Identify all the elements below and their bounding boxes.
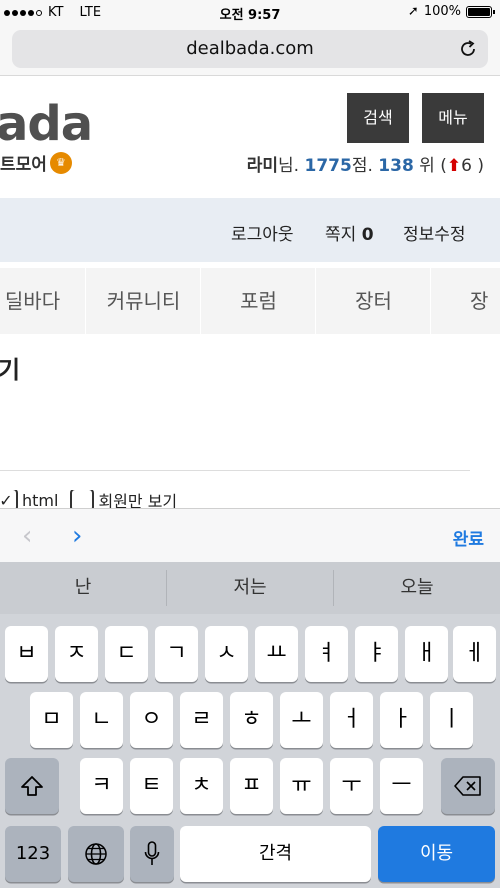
browser-toolbar: dealbada.com <box>0 26 500 76</box>
suggestion-bar: 난 저는 오늘 <box>0 562 500 614</box>
nav-tab-forum[interactable]: 포럼 <box>202 268 316 334</box>
key-yo[interactable]: ㅛ <box>255 626 298 682</box>
key-rieul[interactable]: ㄹ <box>180 692 223 748</box>
reload-icon[interactable] <box>458 39 478 59</box>
key-chieut[interactable]: ㅊ <box>180 758 223 814</box>
key-nieun[interactable]: ㄴ <box>80 692 123 748</box>
messages-link[interactable]: 쪽지 0 <box>325 220 374 245</box>
site-logo[interactable]: ada <box>0 96 93 152</box>
search-button[interactable]: 검색 <box>347 93 409 143</box>
key-eu[interactable]: ㅡ <box>380 758 423 814</box>
menu-button[interactable]: 메뉴 <box>422 93 484 143</box>
battery-percent: 100% <box>423 4 461 19</box>
messages-label: 쪽지 <box>325 225 357 245</box>
logo-subtitle-text: 트모어 <box>0 155 47 175</box>
battery-icon <box>466 5 495 18</box>
user-rank: 138 <box>378 156 414 176</box>
user-points: 1775 <box>304 156 352 176</box>
backspace-icon <box>454 776 481 796</box>
key-mieum[interactable]: ㅁ <box>30 692 73 748</box>
key-eo[interactable]: ㅓ <box>330 692 373 748</box>
keyboard-accessory-bar: ‹ › 완료 <box>0 508 500 562</box>
shift-key[interactable] <box>5 758 59 814</box>
key-pieup[interactable]: ㅍ <box>230 758 273 814</box>
suggestion-1[interactable]: 난 <box>0 562 166 614</box>
messages-count: 0 <box>361 225 374 245</box>
key-bieup[interactable]: ㅂ <box>5 626 48 682</box>
site-logo-subtitle: 트모어 ♛ <box>0 150 72 175</box>
key-yu[interactable]: ㅠ <box>280 758 323 814</box>
user-name[interactable]: 라미 <box>247 156 278 176</box>
status-bar: KT LTE 오전 9:57 ➚ 100% <box>0 0 500 26</box>
previous-field-icon[interactable]: ‹ <box>22 521 32 551</box>
shift-icon <box>21 776 43 796</box>
crown-icon: ♛ <box>49 151 72 174</box>
space-key[interactable]: 간격 <box>180 826 371 882</box>
microphone-icon <box>144 841 160 865</box>
numbers-key[interactable]: 123 <box>5 826 61 882</box>
rank-up-icon: ⬆ <box>446 156 462 176</box>
suggestion-3[interactable]: 오늘 <box>334 562 500 614</box>
user-status: 라미님. 1775점. 138 위 (⬆6 ) <box>246 156 484 176</box>
key-hieut[interactable]: ㅎ <box>230 692 273 748</box>
go-key[interactable]: 이동 <box>378 826 495 882</box>
key-jieut[interactable]: ㅈ <box>55 626 98 682</box>
key-ieung[interactable]: ㅇ <box>130 692 173 748</box>
nav-tab-community[interactable]: 커뮤니티 <box>87 268 201 334</box>
key-ae[interactable]: ㅐ <box>405 626 448 682</box>
next-field-icon[interactable]: › <box>72 521 82 551</box>
key-tieut[interactable]: ㅌ <box>130 758 173 814</box>
key-siot[interactable]: ㅅ <box>205 626 248 682</box>
korean-keyboard: 난 저는 오늘 ㅂ ㅈ ㄷ ㄱ ㅅ ㅛ ㅕ ㅑ ㅐ ㅔ ㅁ ㄴ ㅇ ㄹ ㅎ ㅗ … <box>0 562 500 888</box>
post-options: ✓ html 회원만 보기 <box>0 490 177 510</box>
html-label: html <box>22 490 59 510</box>
divider <box>0 470 470 471</box>
rank-change: 6 <box>461 156 472 176</box>
url-text: dealbada.com <box>186 38 314 59</box>
done-button[interactable]: 완료 <box>453 525 484 550</box>
key-a[interactable]: ㅏ <box>380 692 423 748</box>
nav-tab-market[interactable]: 장터 <box>317 268 431 334</box>
page-heading: 기 <box>0 356 21 384</box>
key-kieuk[interactable]: ㅋ <box>80 758 123 814</box>
location-arrow-icon: ➚ <box>407 4 419 19</box>
members-only-checkbox[interactable] <box>70 490 95 510</box>
backspace-key[interactable] <box>441 758 495 814</box>
status-right: ➚ 100% <box>407 4 495 19</box>
globe-icon <box>85 843 107 865</box>
key-o[interactable]: ㅗ <box>280 692 323 748</box>
address-bar[interactable]: dealbada.com <box>12 30 488 68</box>
key-e[interactable]: ㅔ <box>453 626 496 682</box>
key-digeut[interactable]: ㄷ <box>105 626 148 682</box>
key-yeo[interactable]: ㅕ <box>305 626 348 682</box>
nav-tab-more[interactable]: 장 <box>432 268 500 334</box>
members-only-label: 회원만 보기 <box>98 492 178 510</box>
key-u[interactable]: ㅜ <box>330 758 373 814</box>
key-i[interactable]: ㅣ <box>430 692 473 748</box>
logout-link[interactable]: 로그아웃 <box>231 220 294 245</box>
key-ya[interactable]: ㅑ <box>355 626 398 682</box>
globe-key[interactable] <box>68 826 124 882</box>
main-nav: 딜바다 커뮤니티 포럼 장터 장 <box>0 268 500 334</box>
dictation-key[interactable] <box>130 826 174 882</box>
nav-tab-dealbada[interactable]: 딜바다 <box>0 268 86 334</box>
html-checkbox[interactable]: ✓ <box>0 490 18 510</box>
suggestion-2[interactable]: 저는 <box>167 562 333 614</box>
account-bar: 로그아웃 쪽지 0 정보수정 <box>0 198 500 262</box>
edit-profile-link[interactable]: 정보수정 <box>403 220 466 245</box>
key-giyeok[interactable]: ㄱ <box>155 626 198 682</box>
